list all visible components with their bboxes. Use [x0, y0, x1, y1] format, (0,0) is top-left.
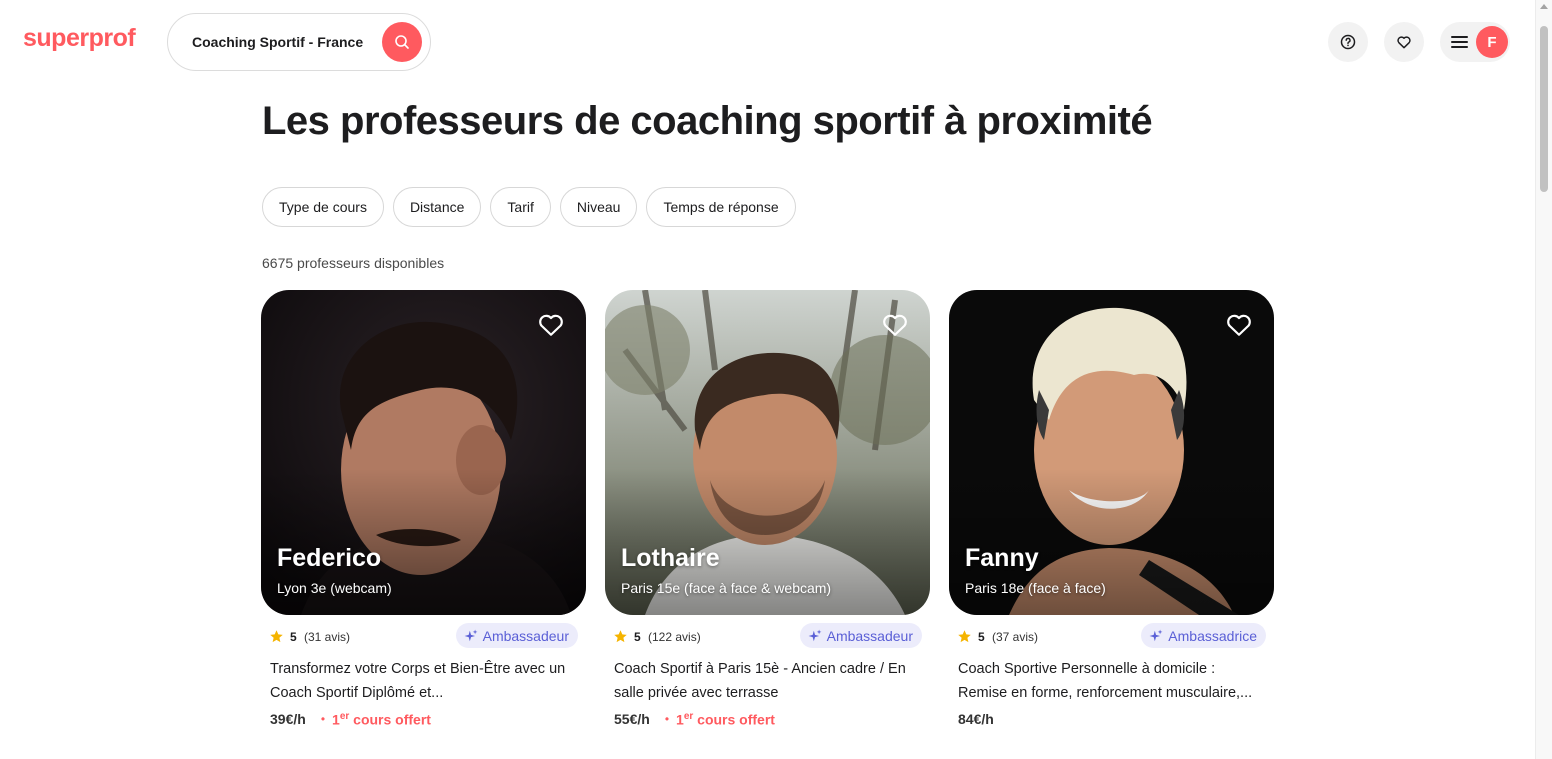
- rating-row: 5 (31 avis) Ambassadeur: [261, 623, 586, 651]
- help-icon: [1340, 34, 1356, 50]
- teacher-description[interactable]: Coach Sportif à Paris 15è - Ancien cadre…: [614, 657, 921, 705]
- rating-score: 5: [290, 630, 297, 644]
- teacher-location: Lyon 3e (webcam): [277, 580, 392, 596]
- filter-temps-de-reponse[interactable]: Temps de réponse: [646, 187, 796, 227]
- search-bar[interactable]: Coaching Sportif - France: [167, 13, 431, 71]
- rating-score: 5: [634, 630, 641, 644]
- filter-tarif[interactable]: Tarif: [490, 187, 551, 227]
- page-scrollbar[interactable]: [1535, 0, 1552, 759]
- star-icon: [614, 630, 627, 643]
- rating-row: 5 (37 avis) Ambassadrice: [949, 623, 1274, 651]
- help-button[interactable]: [1328, 22, 1368, 62]
- favorites-button[interactable]: [1384, 22, 1424, 62]
- ambassador-badge: Ambassadeur: [799, 623, 922, 648]
- account-menu-button[interactable]: F: [1440, 22, 1510, 62]
- page-title: Les professeurs de coaching sportif à pr…: [262, 99, 1153, 143]
- search-button[interactable]: [382, 22, 422, 62]
- teacher-card[interactable]: Lothaire Paris 15e (face à face & webcam…: [605, 290, 930, 730]
- hamburger-menu-icon: [1451, 36, 1468, 48]
- rating-row: 5 (122 avis) Ambassadeur: [605, 623, 930, 651]
- teacher-description[interactable]: Coach Sportive Personnelle à domicile : …: [958, 657, 1265, 705]
- heart-icon: [1397, 36, 1411, 49]
- star-icon: [270, 630, 283, 643]
- separator-dot: •: [320, 712, 326, 726]
- search-query-text[interactable]: Coaching Sportif - France: [192, 34, 363, 50]
- rating-score: 5: [978, 630, 985, 644]
- teacher-name: Fanny: [965, 544, 1039, 572]
- filter-niveau[interactable]: Niveau: [559, 187, 638, 227]
- hourly-price: 55€/h: [614, 711, 650, 727]
- teacher-photo[interactable]: Lothaire Paris 15e (face à face & webcam…: [605, 290, 930, 615]
- price-row: 84€/h: [958, 708, 1265, 730]
- teacher-location: Paris 18e (face à face): [965, 580, 1106, 596]
- teacher-photo[interactable]: Federico Lyon 3e (webcam): [261, 290, 586, 615]
- badge-label: Ambassadeur: [826, 627, 913, 644]
- teacher-location: Paris 15e (face à face & webcam): [621, 580, 832, 596]
- teacher-name: Lothaire: [621, 544, 720, 572]
- user-avatar[interactable]: F: [1476, 26, 1508, 58]
- scroll-up-arrow-icon[interactable]: [1540, 4, 1548, 9]
- filter-distance[interactable]: Distance: [392, 187, 482, 227]
- price-row: 39€/h • 1er cours offert: [270, 708, 577, 730]
- review-count: (31 avis): [304, 630, 351, 644]
- free-first-lesson: 1er cours offert: [332, 710, 431, 728]
- star-icon: [958, 630, 971, 643]
- favorite-heart-icon[interactable]: [538, 313, 564, 337]
- sparkle-icon: [464, 629, 478, 641]
- ambassador-badge: Ambassadeur: [455, 623, 578, 648]
- ambassador-badge: Ambassadrice: [1141, 623, 1266, 648]
- favorite-heart-icon[interactable]: [1226, 313, 1252, 337]
- hourly-price: 39€/h: [270, 711, 306, 727]
- results-count: 6675 professeurs disponibles: [262, 255, 445, 271]
- sparkle-icon: [1149, 629, 1163, 641]
- hourly-price: 84€/h: [958, 711, 994, 727]
- teacher-card[interactable]: Fanny Paris 18e (face à face) 5 (37 avis…: [949, 290, 1274, 730]
- filter-bar: Type de cours Distance Tarif Niveau Temp…: [262, 187, 796, 227]
- free-first-lesson: 1er cours offert: [676, 710, 775, 728]
- teacher-description[interactable]: Transformez votre Corps et Bien-Être ave…: [270, 657, 577, 705]
- badge-label: Ambassadrice: [1168, 627, 1257, 644]
- review-count: (37 avis): [992, 630, 1039, 644]
- badge-label: Ambassadeur: [482, 627, 569, 644]
- teacher-card[interactable]: Federico Lyon 3e (webcam) 5 (31 avis) Am…: [261, 290, 586, 730]
- filter-type-de-cours[interactable]: Type de cours: [262, 187, 384, 227]
- teacher-photo[interactable]: Fanny Paris 18e (face à face): [949, 290, 1274, 615]
- favorite-heart-icon[interactable]: [882, 313, 908, 337]
- teacher-name: Federico: [277, 544, 382, 572]
- search-icon: [395, 35, 409, 49]
- separator-dot: •: [664, 712, 670, 726]
- price-row: 55€/h • 1er cours offert: [614, 708, 921, 730]
- sparkle-icon: [808, 629, 822, 641]
- review-count: (122 avis): [648, 630, 701, 644]
- superprof-logo[interactable]: superprof: [23, 24, 136, 53]
- scrollbar-thumb[interactable]: [1540, 26, 1548, 192]
